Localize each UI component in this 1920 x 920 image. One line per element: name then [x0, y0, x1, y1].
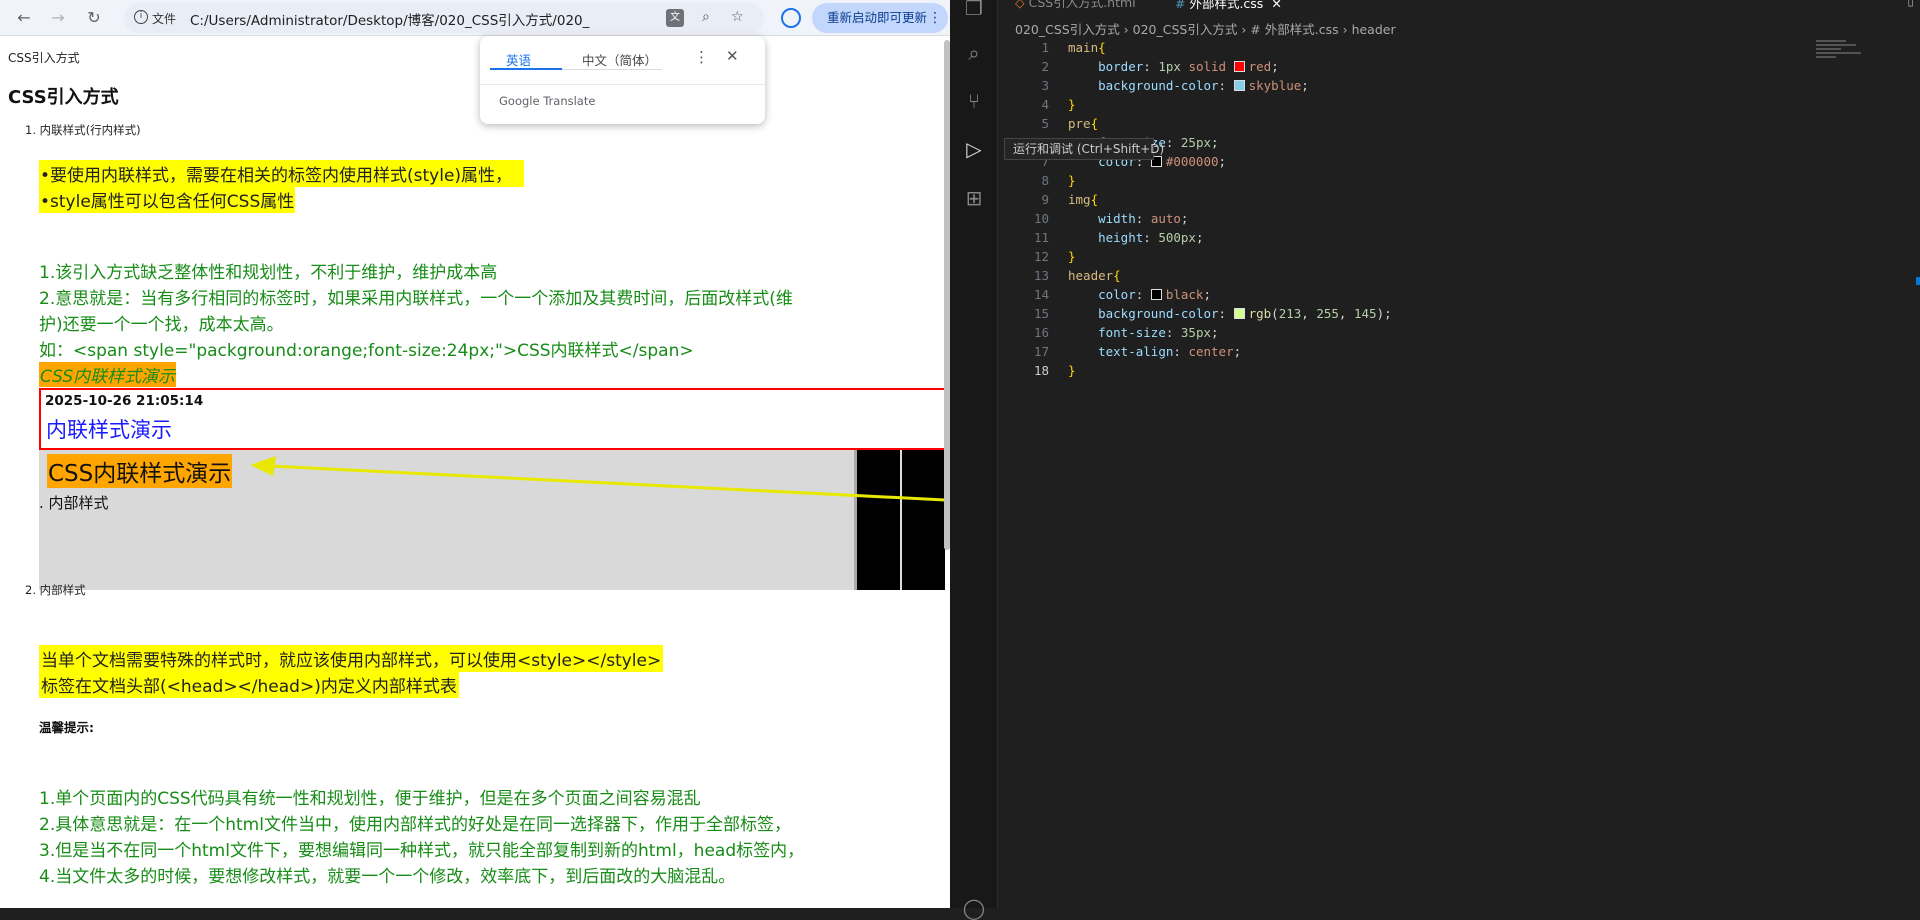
line-number: 4	[1041, 97, 1049, 112]
address-bar[interactable]: i 文件 C:/Users/Administrator/Desktop/博客/0…	[124, 3, 764, 33]
code-area[interactable]: main{ border: 1px solid red; background-…	[1068, 38, 1828, 380]
url-text[interactable]: C:/Users/Administrator/Desktop/博客/020_CS…	[190, 9, 590, 29]
list-item-internal: 2. 内部样式	[25, 583, 86, 597]
tab-html-label: CSS引入方式.html	[1028, 0, 1136, 10]
color-swatch[interactable]	[1150, 289, 1162, 300]
more-options-icon[interactable]: ⋮	[694, 48, 709, 66]
browser-toolbar: ← → ↻ i 文件 C:/Users/Administrator/Deskto…	[0, 0, 950, 36]
account-icon[interactable]: ◯	[962, 896, 986, 920]
line-number: 16	[1033, 325, 1049, 340]
file-chip: 文件	[152, 12, 177, 26]
tip-line-1: 1.单个页面内的CSS代码具有统一性和规划性，便于维护，但是在多个页面之间容易混…	[39, 789, 701, 809]
tab-css-file[interactable]: # 外部样式.css ✕	[1165, 0, 1292, 14]
vscode-activity-bar: ❐ ⌕ ⑂ ▷ ⊞ ◯	[950, 0, 998, 920]
yellow-arrow	[250, 456, 945, 502]
split-editor-icon[interactable]: ▯	[1907, 0, 1914, 8]
tip-line-2: 2.具体意思就是：在一个html文件当中，使用内部样式的好处是在同一选择器下，作…	[39, 815, 791, 835]
code-line: background-color: skyblue;	[1098, 78, 1309, 93]
close-tab-icon[interactable]: ✕	[1271, 0, 1281, 11]
zoom-icon[interactable]: ⌕	[702, 9, 710, 25]
scroll-marker	[1916, 277, 1920, 285]
tab-english[interactable]: 英语	[506, 50, 531, 69]
code-line: main{	[1068, 40, 1106, 55]
code-line: img{	[1068, 192, 1099, 207]
run-debug-icon[interactable]: ▷	[962, 137, 986, 161]
vscode-editor: ◇ CSS引入方式.html # 外部样式.css ✕ ▯ 020_CSS引入方式…	[999, 0, 1920, 908]
line-number: 15	[1033, 306, 1049, 321]
run-debug-tooltip: 运行和调试 (Ctrl+Shift+D)	[1004, 138, 1164, 160]
code-line: background-color: rgb(213, 255, 145);	[1098, 306, 1392, 321]
tab-chinese[interactable]: 中文（简体）	[582, 50, 657, 69]
browser-window: ← → ↻ i 文件 C:/Users/Administrator/Deskto…	[0, 0, 950, 908]
menu-dots-icon[interactable]: ⋮	[928, 3, 942, 33]
line-number: 9	[1041, 192, 1049, 207]
line-number: 12	[1033, 249, 1049, 264]
color-swatch[interactable]	[1233, 61, 1245, 72]
breadcrumb[interactable]: 020_CSS引入方式 › 020_CSS引入方式 › # 外部样式.css ›…	[1015, 19, 1396, 38]
html-file-icon: ◇	[1015, 0, 1029, 10]
line-number: 17	[1033, 344, 1049, 359]
line-number: 13	[1033, 268, 1049, 283]
color-swatch[interactable]	[1233, 80, 1245, 91]
line-number: 14	[1033, 287, 1049, 302]
back-icon[interactable]: ←	[14, 8, 34, 28]
explorer-icon[interactable]: ❐	[962, 0, 986, 20]
line-number: 1	[1041, 40, 1049, 55]
code-line: color: black;	[1098, 287, 1211, 302]
line-number: 10	[1033, 211, 1049, 226]
highlight-line-3: 当单个文档需要特殊的样式时，就应该使用内部样式，可以使用<style></sty…	[39, 645, 664, 672]
tab-css-label: 外部样式.css	[1189, 0, 1264, 11]
close-icon[interactable]: ✕	[726, 47, 739, 65]
translate-icon[interactable]: 文	[666, 9, 684, 27]
restart-label: 重新启动即可更新	[827, 10, 928, 25]
page-content: CSS引入方式 CSS引入方式 1. 内联样式(行内样式) •要使用内联样式，需…	[0, 36, 945, 908]
popup-divider	[480, 84, 765, 85]
code-line: color: #000000;	[1098, 154, 1227, 169]
line-number: 5	[1041, 116, 1049, 131]
profile-icon[interactable]	[781, 8, 801, 28]
code-line: height: 500px;	[1098, 230, 1204, 245]
line-number: 11	[1033, 230, 1049, 245]
line-number-gutter: 1 2 3 4 5 6 7 8 9 10 11 12 13 14 15 16 1…	[999, 38, 1049, 380]
code-line: }	[1068, 363, 1076, 378]
code-line: }	[1068, 249, 1076, 264]
color-swatch[interactable]	[1233, 308, 1245, 319]
active-tab-indicator	[490, 68, 562, 70]
tip-line-3: 3.但是当不在同一个html文件下，要想编辑同一种样式，就只能全部复制到新的ht…	[39, 841, 805, 861]
google-translate-brand: Google Translate	[499, 94, 596, 108]
code-line: }	[1068, 173, 1076, 188]
code-line: pre{	[1068, 116, 1099, 131]
search-icon[interactable]: ⌕	[962, 41, 986, 65]
reload-icon[interactable]: ↻	[84, 8, 104, 28]
bookmark-star-icon[interactable]: ☆	[731, 9, 744, 25]
code-line: width: auto;	[1098, 211, 1189, 226]
highlight-line-4: 标签在文档头部(<head></head>)内定义内部样式表	[39, 671, 459, 698]
source-control-icon[interactable]: ⑂	[962, 89, 986, 113]
forward-icon[interactable]: →	[48, 8, 68, 28]
code-line: border: 1px solid red;	[1098, 59, 1279, 74]
restart-update-button[interactable]: 重新启动即可更新 ⋮	[812, 3, 948, 33]
translate-popup: 英语 中文（简体） ⋮ ✕ Google Translate	[480, 36, 765, 124]
line-number-current: 18	[1033, 363, 1049, 378]
css-file-icon: #	[1175, 0, 1190, 11]
line-number: 8	[1041, 173, 1049, 188]
extensions-icon[interactable]: ⊞	[962, 186, 986, 210]
tab-html-file[interactable]: ◇ CSS引入方式.html	[1005, 0, 1146, 14]
info-icon: i	[134, 10, 148, 24]
code-line: font-size: 25px;	[1098, 135, 1219, 150]
line-number: 2	[1041, 59, 1049, 74]
minimap[interactable]	[1816, 38, 1876, 78]
editor-tabs: ◇ CSS引入方式.html # 外部样式.css ✕ ▯	[999, 0, 1920, 14]
code-line: font-size: 35px;	[1098, 325, 1219, 340]
tip-title: 温馨提示:	[39, 720, 94, 735]
tab-divider	[562, 69, 662, 70]
line-number: 3	[1041, 78, 1049, 93]
tip-line-4: 4.当文件太多的时候，要想修改样式，就要一个一个修改，效率底下，到后面改的大脑混…	[39, 867, 736, 887]
code-line: }	[1068, 97, 1076, 112]
code-line: header{	[1068, 268, 1121, 283]
code-line: text-align: center;	[1098, 344, 1242, 359]
